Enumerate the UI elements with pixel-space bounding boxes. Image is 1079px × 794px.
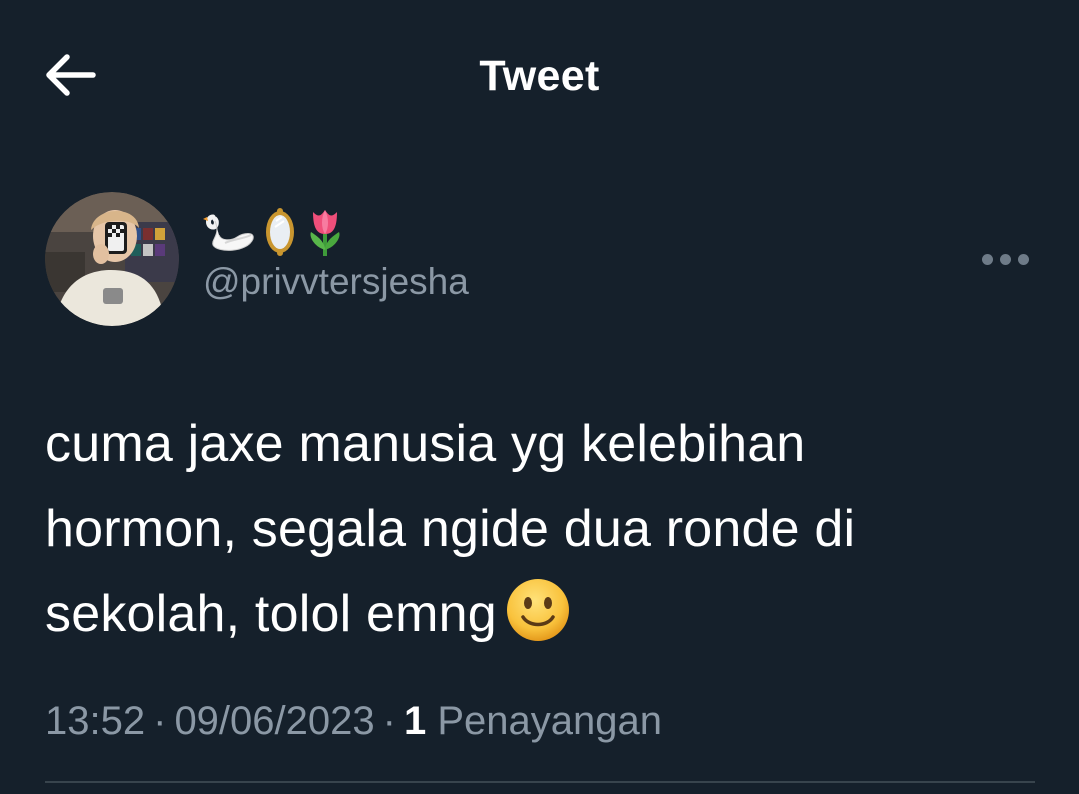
tweet-text: cuma jaxe manusia yg kelebihan hormon, s… xyxy=(45,402,1035,669)
tweet-text-fragment: sekolah, tolol emng xyxy=(45,585,497,643)
meta-separator: · xyxy=(382,699,396,743)
top-bar: Tweet xyxy=(0,0,1079,150)
views-label: Penayangan xyxy=(437,699,662,743)
more-dot xyxy=(1017,253,1029,265)
tweet-time[interactable]: 13:52 xyxy=(45,699,145,743)
swan-icon xyxy=(203,214,254,251)
tweet-date[interactable]: 09/06/2023 xyxy=(174,699,374,743)
display-name[interactable] xyxy=(203,204,347,260)
tweet-meta: 13:52 · 09/06/2023 · 1 Penayangan xyxy=(45,698,662,744)
tweet-text-line-last: sekolah, tolol emng xyxy=(45,572,1035,669)
meta-separator: · xyxy=(153,699,167,743)
tweet-text-line: cuma jaxe manusia yg kelebihan xyxy=(45,415,806,473)
tulip-icon xyxy=(310,210,340,256)
tweet-detail-screen: Tweet @privvtersjesha cuma jaxe manusia … xyxy=(0,0,1079,794)
divider xyxy=(45,781,1035,783)
more-dot xyxy=(981,253,993,265)
avatar[interactable] xyxy=(45,192,179,326)
slightly-smiling-face-icon xyxy=(505,577,571,669)
mirror-icon xyxy=(266,208,294,256)
tweet-text-line: hormon, segala ngide dua ronde di xyxy=(45,500,856,558)
page-title: Tweet xyxy=(479,52,600,100)
more-dot xyxy=(999,253,1011,265)
author-handle[interactable]: @privvtersjesha xyxy=(203,262,469,302)
more-options-button[interactable] xyxy=(975,244,1035,274)
views-count: 1 xyxy=(403,699,427,743)
tweet-author: @privvtersjesha xyxy=(45,192,1035,328)
